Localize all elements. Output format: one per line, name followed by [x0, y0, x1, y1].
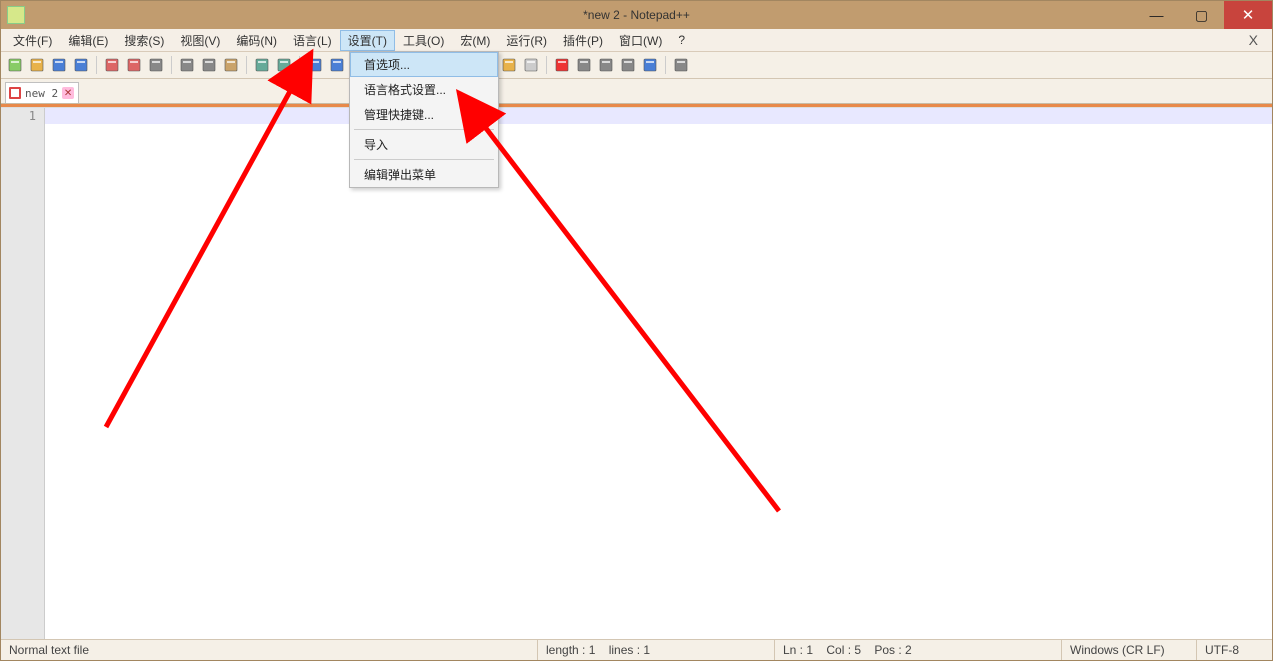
toolbar-separator: [96, 56, 97, 74]
settings-dropdown: 首选项...语言格式设置...管理快捷键... 导入编辑弹出菜单: [349, 51, 499, 188]
menu-item-2[interactable]: 搜索(S): [116, 30, 172, 51]
tab-close-button[interactable]: ✕: [62, 87, 74, 99]
toolbar-copy-button[interactable]: [199, 55, 219, 75]
record-play-multi-icon: [620, 57, 636, 73]
close-all-icon: [126, 57, 142, 73]
toolbar-record-play-button[interactable]: [596, 55, 616, 75]
menu-item-10[interactable]: 插件(P): [555, 30, 611, 51]
record-save-icon: [642, 57, 658, 73]
minimize-button[interactable]: —: [1134, 1, 1179, 29]
menu-item-6[interactable]: 设置(T): [340, 30, 395, 51]
new-file-icon: [7, 57, 23, 73]
find-icon: [307, 57, 323, 73]
toolbar-paste-button[interactable]: [221, 55, 241, 75]
print-icon: [148, 57, 164, 73]
toolbar: [1, 52, 1272, 79]
menu-item-4[interactable]: 编码(N): [228, 30, 285, 51]
menu-bar: 文件(F)编辑(E)搜索(S)视图(V)编码(N)语言(L)设置(T)工具(O)…: [1, 29, 1272, 52]
toolbar-separator: [299, 56, 300, 74]
maximize-button[interactable]: ▢: [1179, 1, 1224, 29]
record-start-icon: [554, 57, 570, 73]
app-window: *new 2 - Notepad++ — ▢ ✕ 文件(F)编辑(E)搜索(S)…: [0, 0, 1273, 661]
dropdown-item-0[interactable]: 首选项...: [350, 52, 498, 77]
toolbar-close-all-button[interactable]: [124, 55, 144, 75]
mdi-close-button[interactable]: X: [1239, 32, 1268, 48]
toolbar-doc-button[interactable]: [521, 55, 541, 75]
toolbar-record-save-button[interactable]: [640, 55, 660, 75]
code-editor[interactable]: [45, 108, 1272, 639]
toolbar-close-button[interactable]: [102, 55, 122, 75]
status-bar: Normal text file length : 1 lines : 1 Ln…: [1, 639, 1272, 660]
tab-strip: new 2 ✕: [1, 79, 1272, 104]
close-button[interactable]: ✕: [1224, 1, 1272, 29]
toolbar-save-all-button[interactable]: [71, 55, 91, 75]
app-icon: [7, 6, 25, 24]
toolbar-separator: [246, 56, 247, 74]
window-controls: — ▢ ✕: [1134, 1, 1272, 29]
folder-icon: [501, 57, 517, 73]
status-filetype: Normal text file: [1, 640, 538, 660]
menu-item-3[interactable]: 视图(V): [172, 30, 228, 51]
title-bar[interactable]: *new 2 - Notepad++ — ▢ ✕: [1, 1, 1272, 29]
toolbar-undo-button[interactable]: [252, 55, 272, 75]
toolbar-separator: [171, 56, 172, 74]
record-stop-icon: [576, 57, 592, 73]
unsaved-file-icon: [9, 87, 21, 99]
menu-item-12[interactable]: ?: [670, 31, 693, 49]
toolbar-help-button[interactable]: [671, 55, 691, 75]
record-play-icon: [598, 57, 614, 73]
menu-item-5[interactable]: 语言(L): [285, 30, 340, 51]
toolbar-cut-button[interactable]: [177, 55, 197, 75]
doc-icon: [523, 57, 539, 73]
save-icon: [51, 57, 67, 73]
dropdown-item-6[interactable]: 编辑弹出菜单: [350, 162, 498, 187]
redo-icon: [276, 57, 292, 73]
menu-item-11[interactable]: 窗口(W): [611, 30, 670, 51]
menu-item-8[interactable]: 宏(M): [452, 30, 498, 51]
status-eol[interactable]: Windows (CR LF): [1062, 640, 1197, 660]
menu-item-9[interactable]: 运行(R): [498, 30, 555, 51]
toolbar-new-file-button[interactable]: [5, 55, 25, 75]
current-line-highlight: [45, 108, 1272, 124]
toolbar-find-button[interactable]: [305, 55, 325, 75]
editor-area: 1: [1, 107, 1272, 639]
toolbar-record-play-multi-button[interactable]: [618, 55, 638, 75]
toolbar-print-button[interactable]: [146, 55, 166, 75]
window-title: *new 2 - Notepad++: [583, 8, 690, 22]
cut-icon: [179, 57, 195, 73]
menu-item-7[interactable]: 工具(O): [395, 30, 452, 51]
save-all-icon: [73, 57, 89, 73]
status-length: length : 1 lines : 1: [538, 640, 775, 660]
menu-item-1[interactable]: 编辑(E): [60, 30, 116, 51]
tab-label: new 2: [25, 87, 58, 100]
status-position: Ln : 1 Col : 5 Pos : 2: [775, 640, 1062, 660]
line-number-gutter: 1: [1, 108, 45, 639]
copy-icon: [201, 57, 217, 73]
toolbar-separator: [665, 56, 666, 74]
toolbar-redo-button[interactable]: [274, 55, 294, 75]
close-icon: [104, 57, 120, 73]
toolbar-record-start-button[interactable]: [552, 55, 572, 75]
toolbar-folder-button[interactable]: [499, 55, 519, 75]
help-icon: [673, 57, 689, 73]
dropdown-separator: [354, 129, 494, 130]
replace-icon: [329, 57, 345, 73]
paste-icon: [223, 57, 239, 73]
undo-icon: [254, 57, 270, 73]
toolbar-save-button[interactable]: [49, 55, 69, 75]
status-encoding[interactable]: UTF-8: [1197, 640, 1273, 660]
tab-new-2[interactable]: new 2 ✕: [5, 82, 79, 103]
toolbar-separator: [546, 56, 547, 74]
dropdown-separator: [354, 159, 494, 160]
dropdown-item-4[interactable]: 导入: [350, 132, 498, 157]
dropdown-item-1[interactable]: 语言格式设置...: [350, 77, 498, 102]
menu-item-0[interactable]: 文件(F): [5, 30, 60, 51]
line-number: 1: [1, 108, 36, 124]
toolbar-record-stop-button[interactable]: [574, 55, 594, 75]
open-file-icon: [29, 57, 45, 73]
toolbar-open-file-button[interactable]: [27, 55, 47, 75]
toolbar-replace-button[interactable]: [327, 55, 347, 75]
dropdown-item-2[interactable]: 管理快捷键...: [350, 102, 498, 127]
